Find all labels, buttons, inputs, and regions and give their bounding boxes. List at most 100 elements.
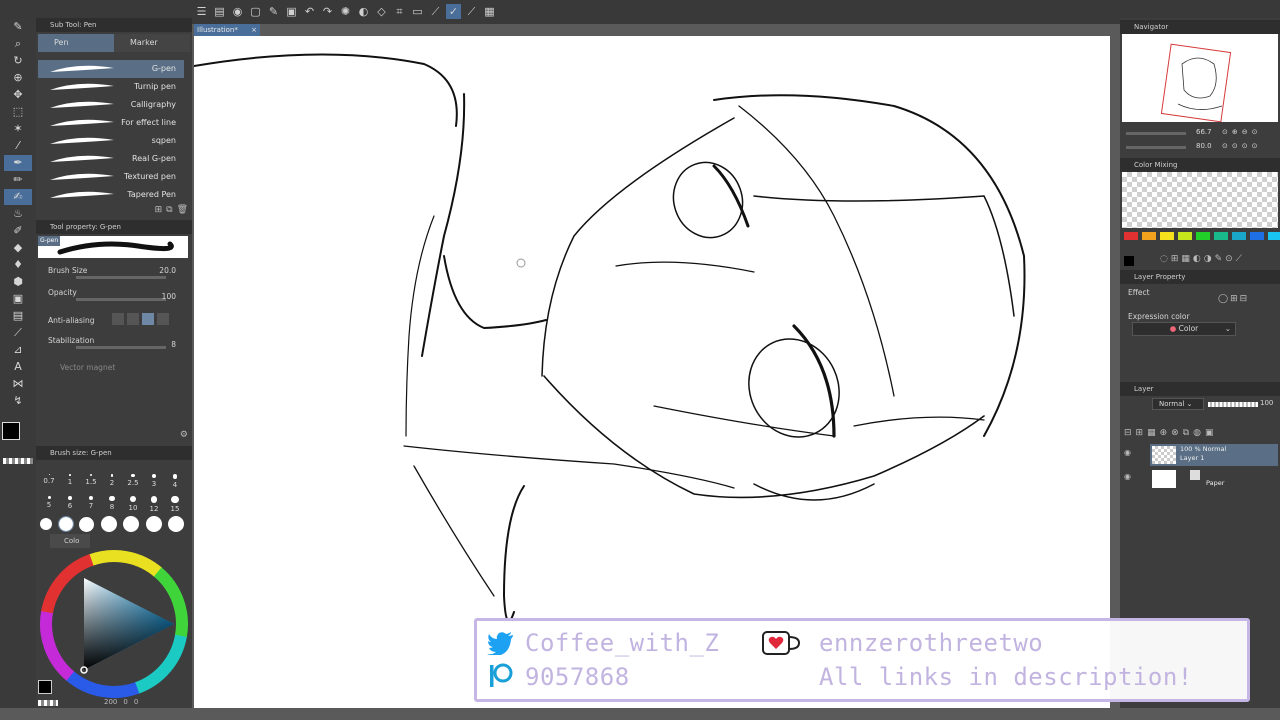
mixing-color-chip[interactable] [1124, 256, 1134, 266]
brush-list-icon[interactable]: ▤ [212, 4, 227, 19]
stabilization-slider[interactable] [76, 346, 166, 349]
size-dot[interactable] [40, 518, 52, 530]
eraser-icon[interactable]: ◆ [4, 240, 32, 256]
eye-icon[interactable]: ◉ [1124, 472, 1131, 481]
brush-item[interactable]: Calligraphy [38, 96, 184, 114]
mixing-tools[interactable]: ◌⊞▦◐◑✎⊙⟋ [1160, 254, 1245, 264]
rotate-value[interactable]: 80.0 [1196, 142, 1212, 150]
tab-marker[interactable]: Marker [114, 34, 190, 52]
layer-row[interactable]: 100 % Normal Layer 1 [1150, 444, 1278, 466]
palette-swatch[interactable] [1160, 232, 1174, 240]
hide-icon[interactable]: ◉ [230, 4, 245, 19]
layer-name[interactable]: Paper [1206, 479, 1224, 487]
palette-swatch[interactable] [1178, 232, 1192, 240]
undo-icon[interactable]: ↶ [302, 4, 317, 19]
pen-active-icon[interactable]: ✓ [446, 4, 461, 19]
drawing-canvas[interactable] [194, 36, 1110, 708]
size-dot[interactable] [57, 516, 74, 532]
balloon-icon[interactable]: ⋈ [4, 376, 32, 392]
zoom-value[interactable]: 66.7 [1196, 128, 1212, 136]
size-dot[interactable] [123, 516, 139, 532]
eyedropper-icon[interactable]: ⁄ [4, 138, 32, 154]
settings-icon[interactable]: ⚙ [180, 430, 188, 440]
pen-tool-icon[interactable]: ✎ [4, 19, 32, 35]
figure-icon[interactable]: ▤ [4, 308, 32, 324]
antialias-options[interactable] [112, 313, 169, 325]
airbrush-icon[interactable]: ♨ [4, 206, 32, 222]
antialias-none[interactable] [112, 313, 124, 325]
spinner-icon[interactable]: ✺ [338, 4, 353, 19]
brush-size-option[interactable]: 7 [82, 496, 100, 513]
ruler-tool-icon[interactable]: ⊿ [4, 342, 32, 358]
brush-size-option[interactable]: 6 [61, 496, 79, 513]
layer-name[interactable]: Layer 1 [1180, 454, 1204, 462]
brush-size-option[interactable]: 8 [103, 496, 121, 513]
main-color-chip[interactable] [38, 680, 52, 694]
frame-icon[interactable]: ⟋ [4, 325, 32, 341]
close-icon[interactable]: × [251, 24, 257, 36]
brush-size-option[interactable]: 1.5 [82, 474, 100, 489]
fill-icon[interactable]: ◐ [356, 4, 371, 19]
size-dot[interactable] [145, 516, 162, 532]
palette-swatch[interactable] [1232, 232, 1246, 240]
zoom-slider[interactable] [1126, 132, 1186, 135]
brush-size-option[interactable]: 1 [61, 474, 79, 489]
ruler-icon[interactable]: ⟋ [428, 4, 443, 19]
navigator-buttons-2[interactable]: ⊙⊙⊙⊙ [1222, 142, 1261, 150]
antialias-strong[interactable] [157, 313, 169, 325]
palette-swatch[interactable] [1268, 232, 1280, 240]
redo-icon[interactable]: ↷ [320, 4, 335, 19]
brush-size-option[interactable]: 3 [145, 474, 163, 489]
color-mixing-canvas[interactable] [1122, 172, 1278, 228]
correct-line-icon[interactable]: ↯ [4, 393, 32, 409]
move-tool-icon[interactable]: ✥ [4, 87, 32, 103]
brush-item[interactable]: Real G-pen [38, 150, 184, 168]
palette-swatch[interactable] [1196, 232, 1210, 240]
brush-size-option[interactable]: 2 [103, 474, 121, 489]
border-icon[interactable]: ▦ [482, 4, 497, 19]
delete-subtool-icon[interactable]: 🗑 [177, 205, 188, 215]
transparent-color-swatch[interactable] [3, 458, 33, 464]
pen-selected-icon[interactable]: ✒ [4, 155, 32, 171]
layer-opacity-value[interactable]: 100 [1260, 399, 1273, 407]
selection-tool-icon[interactable]: ⬚ [4, 104, 32, 120]
brush-item[interactable]: sqpen [38, 132, 184, 150]
brush-size-option[interactable]: 0.7 [40, 474, 58, 489]
deco-icon[interactable]: ✐ [4, 223, 32, 239]
transform-icon[interactable]: ◇ [374, 4, 389, 19]
opacity-slider[interactable] [76, 298, 166, 301]
navigator-preview[interactable] [1122, 34, 1278, 123]
zoom-tool-icon[interactable]: ⌕ [4, 36, 32, 52]
brush-size-option[interactable]: 2.5 [124, 474, 142, 489]
brush-item[interactable]: Textured pen [38, 168, 184, 186]
palette-swatch[interactable] [1142, 232, 1156, 240]
brush-size-slider[interactable] [76, 276, 166, 279]
brush-size-option[interactable]: 5 [40, 496, 58, 513]
copy-subtool-icon[interactable]: ⧉ [166, 205, 172, 215]
color-tab[interactable]: Colo [50, 534, 90, 548]
brush-size-value[interactable]: 20.0 [159, 266, 176, 275]
antialias-medium[interactable] [142, 313, 154, 325]
stabilization-value[interactable]: 8 [171, 340, 176, 349]
color-wheel[interactable] [36, 548, 192, 698]
gradient-icon[interactable]: ▣ [4, 291, 32, 307]
brush-item[interactable]: G-pen [38, 60, 184, 78]
add-subtool-icon[interactable]: ⊞ [155, 205, 163, 215]
expression-color-select[interactable]: ● Color ⌄ [1132, 322, 1236, 336]
rotate-slider[interactable] [1126, 146, 1186, 149]
palette-swatch[interactable] [1250, 232, 1264, 240]
text-tool-icon[interactable]: A [4, 359, 32, 375]
pencil-tool-icon[interactable]: ✏ [4, 172, 32, 188]
brush-item[interactable]: Turnip pen [38, 78, 184, 96]
rotate-tool-icon[interactable]: ↻ [4, 53, 32, 69]
antialias-weak[interactable] [127, 313, 139, 325]
effect-buttons[interactable]: ◯⊞⊟ [1218, 294, 1249, 304]
opacity-value[interactable]: 100 [162, 292, 176, 301]
fill-tool-icon[interactable]: ⬢ [4, 274, 32, 290]
main-color-swatch[interactable] [2, 422, 20, 440]
navigator-buttons[interactable]: ⊙⊕⊖⊙ [1222, 128, 1261, 136]
palette-swatch[interactable] [1214, 232, 1228, 240]
line-icon[interactable]: ⟋ [464, 4, 479, 19]
palette-swatch[interactable] [1124, 232, 1138, 240]
transparent-chip[interactable] [38, 700, 58, 706]
